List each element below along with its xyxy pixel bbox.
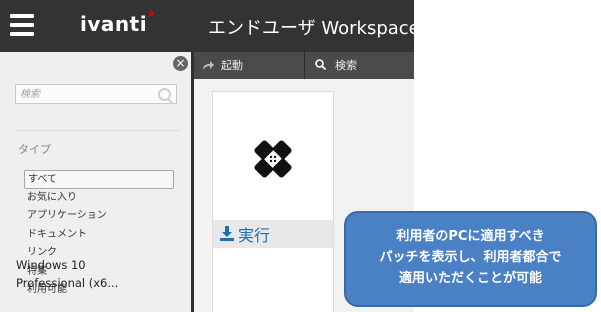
type-filter-documents[interactable]: ドキュメント	[24, 226, 174, 245]
patch-bandage-icon	[254, 140, 292, 178]
callout-annotation: 利用者のPCに適用すべき パッチを表示し、利用者都合で 適用いただくことが可能	[344, 211, 597, 307]
close-icon[interactable]: ×	[173, 56, 188, 71]
search-label: 検索	[335, 59, 357, 72]
header-bar: ivanti エンドユーザ Workspace	[0, 0, 414, 52]
search-field[interactable]	[15, 84, 177, 104]
page-title: エンドユーザ Workspace	[208, 18, 414, 39]
launch-button[interactable]: 起動	[194, 52, 302, 79]
type-filter-all[interactable]: すべて	[24, 170, 174, 189]
type-heading: タイプ	[18, 143, 51, 156]
search-button[interactable]: 検索	[304, 52, 413, 79]
search-icon	[315, 59, 326, 70]
card-title-line2: Professional (x6...	[16, 276, 119, 290]
run-button[interactable]: 実行	[213, 220, 333, 248]
ivanti-logo: ivanti	[80, 11, 155, 36]
divider	[15, 130, 180, 131]
callout-line1: 利用者のPCに適用すべき	[396, 229, 545, 244]
launch-arrow-icon	[203, 61, 214, 70]
logo-dot-icon	[149, 11, 155, 16]
callout-line3: 適用いただくことが可能	[398, 271, 542, 286]
search-icon[interactable]	[158, 88, 171, 101]
card-title-line1: Windows 10	[16, 258, 86, 272]
logo-text: ivanti	[80, 12, 148, 36]
type-filter-applications[interactable]: アプリケーション	[24, 207, 174, 226]
launch-label: 起動	[221, 59, 243, 72]
download-icon	[220, 226, 234, 241]
card-image	[213, 92, 333, 220]
card-title: Windows 10 Professional (x6...	[16, 256, 156, 292]
run-label: 実行	[238, 226, 271, 245]
hamburger-menu-icon[interactable]	[10, 14, 34, 36]
patch-card[interactable]: 実行	[212, 91, 334, 312]
callout-line2: パッチを表示し、利用者都合で	[379, 250, 562, 265]
action-toolbar: 起動 検索	[194, 52, 414, 79]
search-input[interactable]	[20, 86, 150, 102]
type-filter-favorites[interactable]: お気に入り	[24, 189, 174, 208]
